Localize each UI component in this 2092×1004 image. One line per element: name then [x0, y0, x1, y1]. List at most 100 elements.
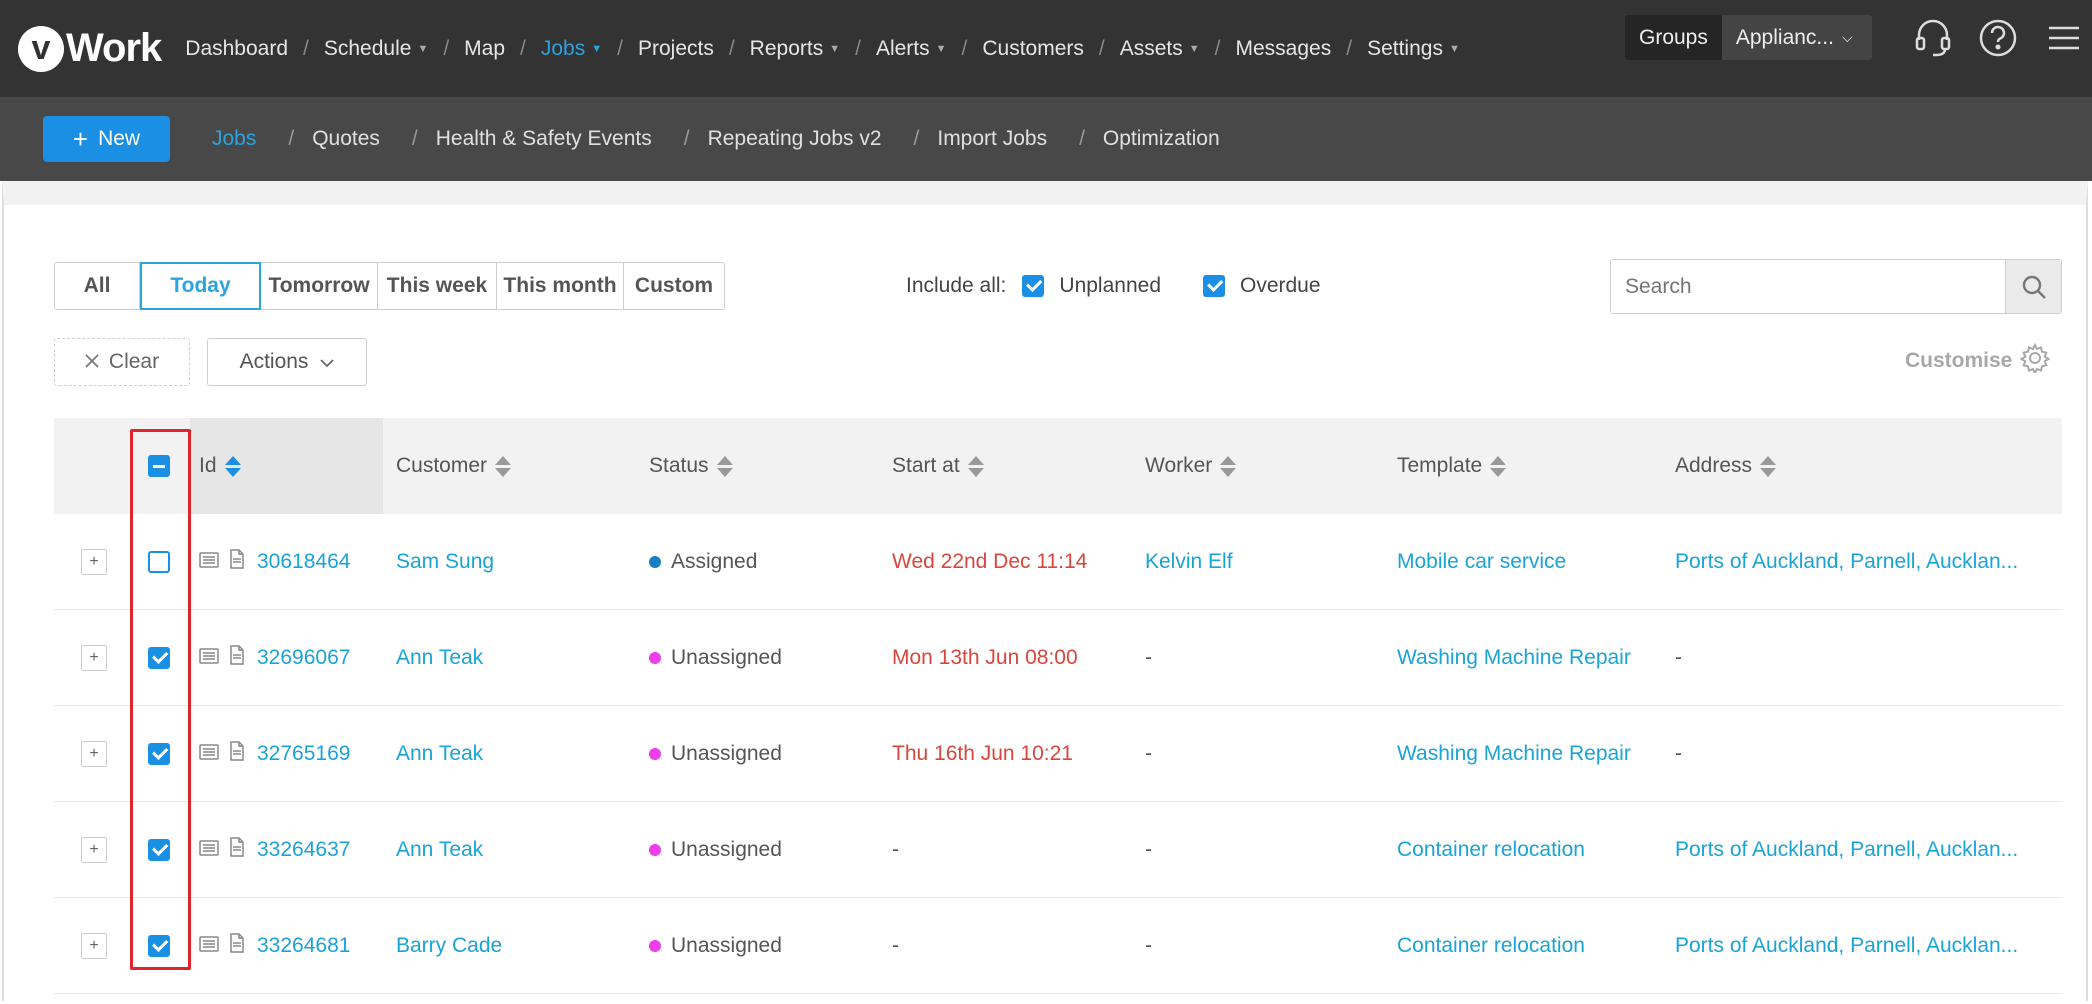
template-link[interactable]: Washing Machine Repair [1397, 742, 1631, 766]
document-icon[interactable] [229, 837, 245, 863]
job-id-link[interactable]: 30618464 [257, 550, 350, 574]
column-header-template[interactable]: Template [1397, 418, 1507, 514]
column-header-address[interactable]: Address [1675, 418, 1777, 514]
unplanned-checkbox[interactable] [1022, 275, 1045, 297]
subnav-import-jobs[interactable]: Import Jobs [937, 127, 1047, 151]
nav-schedule[interactable]: Schedule ▼ [324, 37, 428, 61]
column-header-start-at[interactable]: Start at [892, 418, 984, 514]
filter-custom[interactable]: Custom [624, 262, 725, 310]
nav-alerts[interactable]: Alerts ▼ [876, 37, 947, 61]
sort-icon[interactable] [1760, 455, 1777, 477]
column-label: Worker [1145, 454, 1213, 477]
address-link[interactable]: Ports of Auckland, Parnell, Aucklan... [1675, 934, 2018, 958]
expand-row-button[interactable]: + [81, 549, 107, 575]
customer-link[interactable]: Ann Teak [396, 838, 483, 862]
actions-dropdown[interactable]: Actions [207, 338, 367, 386]
job-id-link[interactable]: 32696067 [257, 646, 350, 670]
start-time: - [892, 934, 899, 957]
subnav-jobs[interactable]: Jobs [212, 127, 256, 151]
vwork-logo[interactable]: v Work [18, 25, 162, 72]
nav-map[interactable]: Map [464, 37, 505, 61]
filter-tomorrow[interactable]: Tomorrow [261, 262, 378, 310]
search-input[interactable] [1611, 260, 2005, 313]
customer-link[interactable]: Ann Teak [396, 646, 483, 670]
start-time: Thu 16th Jun 10:21 [892, 742, 1073, 765]
gear-icon [2019, 342, 2052, 379]
subnav-repeating-jobs-v2[interactable]: Repeating Jobs v2 [708, 127, 882, 151]
worker-value: - [1145, 934, 1152, 957]
nav-settings[interactable]: Settings ▼ [1367, 37, 1460, 61]
help-icon[interactable] [1978, 18, 2018, 58]
customer-link[interactable]: Ann Teak [396, 742, 483, 766]
new-button[interactable]: + New [43, 116, 170, 162]
address-cell: - [1675, 610, 1682, 706]
column-header-customer[interactable]: Customer [396, 418, 512, 514]
sort-icon[interactable] [967, 455, 984, 477]
nav-customers[interactable]: Customers [982, 37, 1084, 61]
document-icon[interactable] [229, 933, 245, 959]
clear-button[interactable]: Clear [54, 338, 190, 386]
document-icon[interactable] [229, 645, 245, 671]
row-icons [199, 645, 245, 671]
template-link[interactable]: Washing Machine Repair [1397, 646, 1631, 670]
address-link[interactable]: Ports of Auckland, Parnell, Aucklan... [1675, 838, 2018, 862]
subnav-health-safety-events[interactable]: Health & Safety Events [436, 127, 652, 151]
sort-icon[interactable] [716, 455, 733, 477]
template-link[interactable]: Container relocation [1397, 934, 1585, 958]
template-link[interactable]: Container relocation [1397, 838, 1585, 862]
filter-all[interactable]: All [54, 262, 140, 310]
address-link[interactable]: Ports of Auckland, Parnell, Aucklan... [1675, 550, 2018, 574]
sort-icon[interactable] [224, 455, 241, 477]
overdue-label[interactable]: Overdue [1240, 274, 1321, 298]
filter-this-week[interactable]: This week [378, 262, 497, 310]
filter-this-month[interactable]: This month [497, 262, 624, 310]
groups-selector[interactable]: Groups Applianc... ⌵ [1625, 15, 1872, 60]
expand-row-button[interactable]: + [81, 837, 107, 863]
status-dot [649, 556, 661, 568]
document-icon[interactable] [229, 549, 245, 575]
expand-row-button[interactable]: + [81, 933, 107, 959]
nav-projects[interactable]: Projects [638, 37, 714, 61]
sort-icon[interactable] [495, 455, 512, 477]
headset-icon[interactable] [1913, 18, 1953, 58]
chevron-down-icon [320, 350, 335, 374]
column-header-id[interactable]: Id [199, 418, 241, 514]
column-header-status[interactable]: Status [649, 418, 733, 514]
job-id-link[interactable]: 33264681 [257, 934, 350, 958]
groups-label[interactable]: Groups [1625, 15, 1722, 60]
subnav-quotes[interactable]: Quotes [312, 127, 380, 151]
nav-dashboard[interactable]: Dashboard [185, 37, 288, 61]
customer-link[interactable]: Sam Sung [396, 550, 494, 574]
nav-assets[interactable]: Assets ▼ [1120, 37, 1200, 61]
unplanned-label[interactable]: Unplanned [1059, 274, 1161, 298]
expand-row-button[interactable]: + [81, 645, 107, 671]
job-id-link[interactable]: 32765169 [257, 742, 350, 766]
column-header-worker[interactable]: Worker [1145, 418, 1237, 514]
job-id-link[interactable]: 33264637 [257, 838, 350, 862]
nav-messages[interactable]: Messages [1236, 37, 1332, 61]
job-details-icon[interactable] [199, 838, 219, 862]
sort-icon[interactable] [1490, 455, 1507, 477]
template-link[interactable]: Mobile car service [1397, 550, 1566, 574]
sort-icon[interactable] [1220, 455, 1237, 477]
sort-up-arrow [1220, 455, 1237, 465]
filter-today[interactable]: Today [140, 262, 261, 310]
hamburger-menu-icon[interactable] [2044, 18, 2084, 58]
subnav-optimization[interactable]: Optimization [1103, 127, 1220, 151]
customer-link[interactable]: Barry Cade [396, 934, 502, 958]
address-cell: Ports of Auckland, Parnell, Aucklan... [1675, 802, 2018, 898]
sort-down-arrow [1490, 467, 1507, 477]
job-details-icon[interactable] [199, 934, 219, 958]
worker-link[interactable]: Kelvin Elf [1145, 550, 1233, 574]
expand-row-button[interactable]: + [81, 741, 107, 767]
groups-dropdown[interactable]: Applianc... ⌵ [1721, 15, 1872, 60]
job-details-icon[interactable] [199, 646, 219, 670]
search-button[interactable] [2005, 260, 2061, 313]
nav-reports[interactable]: Reports ▼ [750, 37, 840, 61]
job-details-icon[interactable] [199, 742, 219, 766]
job-details-icon[interactable] [199, 550, 219, 574]
overdue-checkbox[interactable] [1203, 275, 1225, 297]
nav-jobs[interactable]: Jobs ▼ [541, 37, 602, 61]
customise-button[interactable]: Customise [1905, 342, 2052, 379]
document-icon[interactable] [229, 741, 245, 767]
